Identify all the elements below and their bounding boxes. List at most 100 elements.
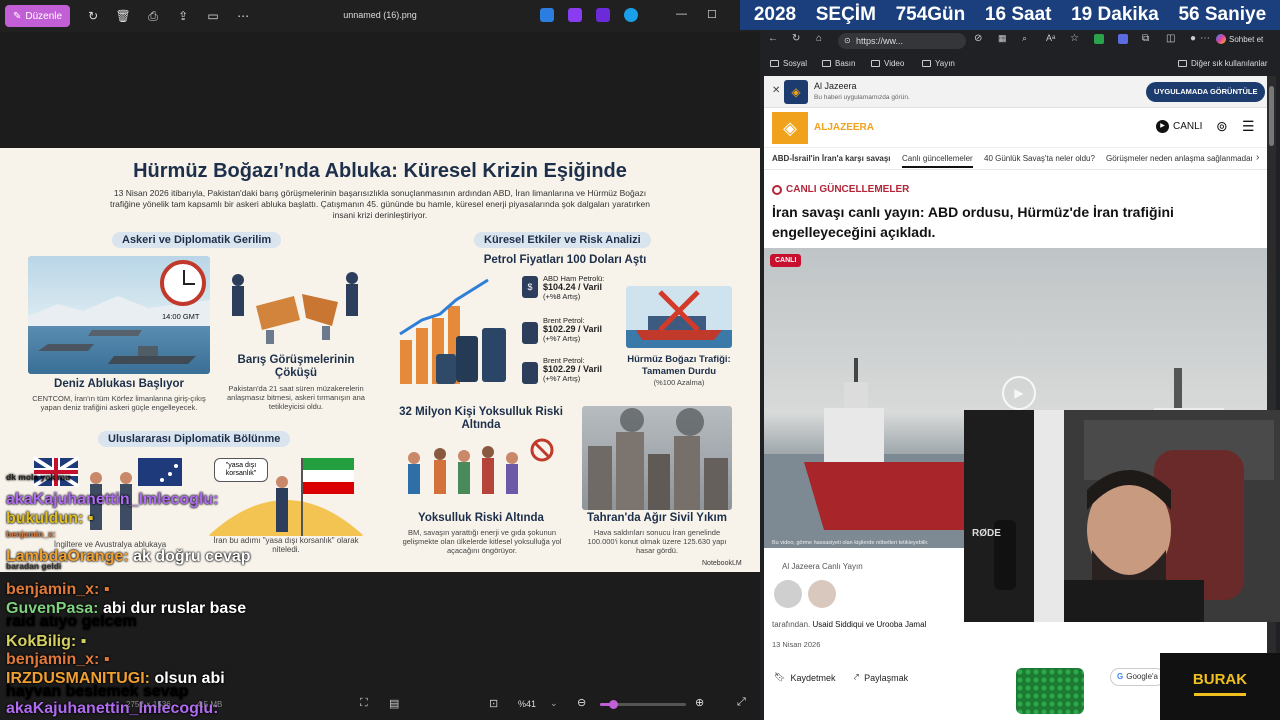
more-icon[interactable]: ⋯ xyxy=(228,5,258,27)
author-avatar[interactable] xyxy=(774,580,802,608)
oil-chart-illustration xyxy=(396,274,516,388)
extension-icon-green[interactable] xyxy=(1094,34,1104,44)
countdown-days-value: 754 xyxy=(895,4,928,25)
zoom-fit-icon[interactable]: ⊡ xyxy=(489,697,498,710)
section-global: Küresel Etkiler ve Risk Analizi xyxy=(474,232,651,248)
zoom-dropdown-icon[interactable]: ⌄ xyxy=(550,698,558,709)
app-icon[interactable]: ▦ xyxy=(998,33,1007,44)
zoom-percent[interactable]: %41 xyxy=(518,699,536,709)
section-diplomatic: Uluslararası Diplomatik Bölünme xyxy=(98,431,291,447)
app-tray-icon-blue[interactable] xyxy=(540,8,554,22)
hamburger-menu-icon[interactable]: ☰ xyxy=(1242,118,1255,135)
emote-icon: ▪ xyxy=(103,581,110,598)
bookmark-folder-video[interactable]: Video xyxy=(871,59,904,68)
countdown-seconds-unit: Saniye xyxy=(1204,4,1267,25)
live-button[interactable]: ▶ CANLI xyxy=(1156,120,1202,133)
chat-user: dk mola yok mu xyxy=(6,472,71,482)
minimize-icon[interactable]: — xyxy=(676,8,687,20)
account-icon[interactable]: ⊚ xyxy=(1216,118,1228,135)
talks-title: Barış Görüşmelerinin Çöküşü xyxy=(237,354,355,379)
chat-message: dk mola yok mu xyxy=(6,472,70,482)
site-header: ◈ ALJAZEERA ▶ CANLI ⊚ ☰ xyxy=(764,108,1267,148)
extensions-icon[interactable]: ⧉ xyxy=(1142,33,1149,44)
split-screen-icon[interactable]: ◫ xyxy=(1166,33,1175,44)
traffic-desc: (%100 Azalma) xyxy=(653,378,705,387)
extension-icon-blue[interactable] xyxy=(1118,34,1128,44)
maximize-icon[interactable]: ☐ xyxy=(707,8,717,21)
edit-button[interactable]: ✎ Düzenle xyxy=(5,5,71,27)
close-banner-icon[interactable]: ✕ xyxy=(772,85,780,96)
app-tray-icon-purple[interactable] xyxy=(568,8,582,22)
app-tray-icon-violet[interactable] xyxy=(596,8,610,22)
url-input[interactable]: ⊙ https://ww... xyxy=(838,33,966,49)
fullscreen-icon[interactable]: ⤢ xyxy=(737,696,746,709)
copilot-icon xyxy=(1216,34,1226,44)
oil-item-change: (+%7 Artış) xyxy=(543,334,581,343)
photo-viewer-window: ✎ Düzenle ↻ 🗑 ⎙ ⇪ ▭ ⋯ unnamed (16).png —… xyxy=(0,0,760,720)
tehran-illustration xyxy=(582,406,732,510)
zoom-out-icon[interactable]: ⊖ xyxy=(577,696,586,709)
oil-item-change: (+%7 Artış) xyxy=(543,374,581,383)
site-info-icon[interactable]: ⊙ xyxy=(844,33,851,49)
aljazeera-logo-icon[interactable]: ◈ xyxy=(772,112,808,144)
emote-icon: ▪ xyxy=(87,510,94,527)
aljazeera-logo-text[interactable]: ALJAZEERA xyxy=(814,122,874,133)
translate-icon[interactable]: ⊘ xyxy=(974,33,982,44)
subnav-item[interactable]: 40 Günlük Savaş'ta neler oldu? xyxy=(984,154,1095,163)
slideshow-icon[interactable]: ▭ xyxy=(198,5,228,27)
oil-item-price: $102.29 / Varil xyxy=(543,364,603,374)
share-button[interactable]: ⤤ Paylaşmak xyxy=(854,672,908,683)
zoom-icon[interactable]: ⌕ xyxy=(1022,33,1027,44)
byline-authors[interactable]: Usaid Siddiqui ve Urooba Jamal xyxy=(812,620,926,629)
people-illustration xyxy=(400,436,560,508)
open-in-app-button[interactable]: UYGULAMADA GÖRÜNTÜLE xyxy=(1146,82,1266,102)
subnav-next-icon[interactable]: › xyxy=(1252,152,1260,163)
refresh-icon[interactable]: ↻ xyxy=(792,33,800,44)
share-icon[interactable]: ⇪ xyxy=(168,5,198,27)
subnav-item-active[interactable]: Canlı güncellemeler xyxy=(902,154,973,168)
blockade-desc: CENTCOM, İran'ın tüm Körfez limanlarına … xyxy=(32,394,206,412)
folder-icon xyxy=(1178,59,1187,67)
subnav-item[interactable]: Görüşmeler neden anlaşma sağlanmadan xyxy=(1106,154,1255,163)
live-button-label: CANLI xyxy=(1173,121,1203,132)
delete-icon[interactable]: 🗑 xyxy=(108,5,138,27)
live-updates-text: CANLI GÜNCELLEMELER xyxy=(786,184,910,195)
stopped-ship-graphic xyxy=(626,290,732,348)
bookmark-folder-sosyal[interactable]: Sosyal xyxy=(770,59,807,68)
home-icon[interactable]: ⌂ xyxy=(816,33,822,44)
info-icon[interactable]: ▤ xyxy=(389,697,399,710)
rotate-icon[interactable]: ↻ xyxy=(78,5,108,27)
favorite-star-icon[interactable]: ☆ xyxy=(1070,33,1079,44)
zoom-slider[interactable] xyxy=(600,700,686,709)
oil-item-price: $104.24 / Varil xyxy=(543,282,603,292)
subnav-item[interactable]: ABD-İsrail'in İran'a karşı savaşı xyxy=(772,154,891,163)
zoom-in-icon[interactable]: ⊕ xyxy=(695,696,704,709)
bookmark-folder-basin[interactable]: Basın xyxy=(822,59,855,68)
chat-message: baradan geldi xyxy=(6,561,61,571)
bookmark-folder-yayin[interactable]: Yayın xyxy=(922,59,955,68)
google-preferred-button[interactable]: G Google'a xyxy=(1110,668,1166,686)
bookmark-folder-other[interactable]: Diğer sık kullanılanlar xyxy=(1178,59,1267,68)
zoom-slider-knob[interactable] xyxy=(608,700,618,709)
author-avatar[interactable] xyxy=(808,580,836,608)
back-icon[interactable]: ← xyxy=(768,33,778,44)
live-updates-label: CANLI GÜNCELLEMELER xyxy=(772,184,909,195)
page-scrollbar[interactable] xyxy=(1267,76,1276,720)
edit-icon: ✎ xyxy=(13,10,22,22)
oil-item: Brent Petrol: $102.29 / Varil (+%7 Artış… xyxy=(543,316,602,343)
print-icon[interactable]: ⎙ xyxy=(138,5,168,27)
clock-icon xyxy=(160,260,206,306)
chat-message: hayvan beslemek sevap xyxy=(6,683,188,701)
read-aloud-icon[interactable]: Aᵃ xyxy=(1046,33,1055,43)
article-headline: İran savaşı canlı yayın: ABD ordusu, Hür… xyxy=(772,204,1174,240)
fit-icon[interactable]: ⛶ xyxy=(360,697,368,710)
chat-message: benjamin_x: ▪ xyxy=(6,581,109,599)
countdown-minutes-value: 19 xyxy=(1071,4,1093,25)
chat-text: baradan geldi xyxy=(6,561,62,571)
save-button[interactable]: 🔖︎ Kaydetmek xyxy=(774,672,835,683)
menu-more-icon[interactable]: ⋯ xyxy=(1200,33,1210,44)
copilot-chat-button[interactable]: Sohbet et xyxy=(1216,34,1263,44)
profile-avatar-icon[interactable]: ● xyxy=(1190,33,1196,44)
page-scrollbar-thumb[interactable] xyxy=(1269,86,1274,146)
cloud-icon[interactable] xyxy=(624,8,638,22)
